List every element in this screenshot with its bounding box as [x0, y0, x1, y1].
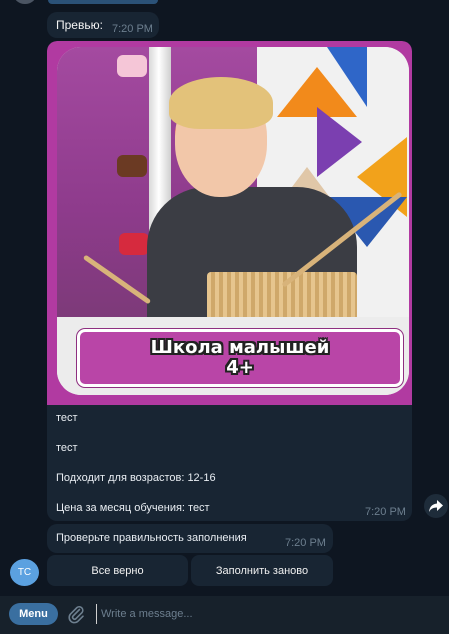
- menu-button-label: Menu: [19, 608, 48, 620]
- message-text: Проверьте правильность заполнения: [56, 532, 247, 544]
- avatar[interactable]: TC: [10, 559, 39, 586]
- banner-title: Школа малышей: [150, 337, 330, 358]
- share-arrow-icon: [429, 500, 443, 512]
- caption-line: Подходит для возрастов: 12-16: [56, 472, 216, 484]
- refill-button[interactable]: Заполнить заново: [191, 555, 333, 586]
- message-time: 7:20 PM: [285, 537, 326, 549]
- message-preview: Превью: 7:20 PM: [47, 12, 159, 38]
- caption-line: Цена за месяц обучения: тест: [56, 502, 210, 514]
- refill-button-label: Заполнить заново: [215, 564, 309, 577]
- menu-button[interactable]: Menu: [9, 603, 58, 625]
- confirm-button-label: Все верно: [91, 564, 144, 577]
- photo-banner: Школа малышей 4+: [77, 329, 403, 387]
- caption-line: тест: [56, 412, 78, 424]
- banner-age: 4+: [226, 357, 254, 378]
- chat-area: Превью: 7:20 PM Школа малышей 4+ тест те…: [0, 0, 449, 634]
- message-check: Проверьте правильность заполнения 7:20 P…: [47, 524, 333, 553]
- photo-child-hair: [169, 77, 273, 129]
- photo-content: Школа малышей 4+: [57, 47, 409, 395]
- message-input[interactable]: [96, 604, 436, 624]
- message-time: 7:20 PM: [112, 23, 153, 35]
- caption-line: тест: [56, 442, 78, 454]
- paperclip-icon[interactable]: [66, 604, 86, 624]
- message-time: 7:20 PM: [365, 506, 406, 518]
- message-media[interactable]: Школа малышей 4+ тест тест Подходит для …: [47, 41, 412, 521]
- share-button[interactable]: [424, 494, 448, 518]
- message-text: Превью:: [56, 18, 103, 32]
- avatar-partial: [14, 0, 36, 4]
- message-composer: Menu: [0, 596, 449, 634]
- previous-message-edge: [48, 0, 158, 4]
- confirm-button[interactable]: Все верно: [47, 555, 188, 586]
- message-photo[interactable]: Школа малышей 4+: [47, 41, 412, 405]
- avatar-initials: TC: [17, 567, 32, 578]
